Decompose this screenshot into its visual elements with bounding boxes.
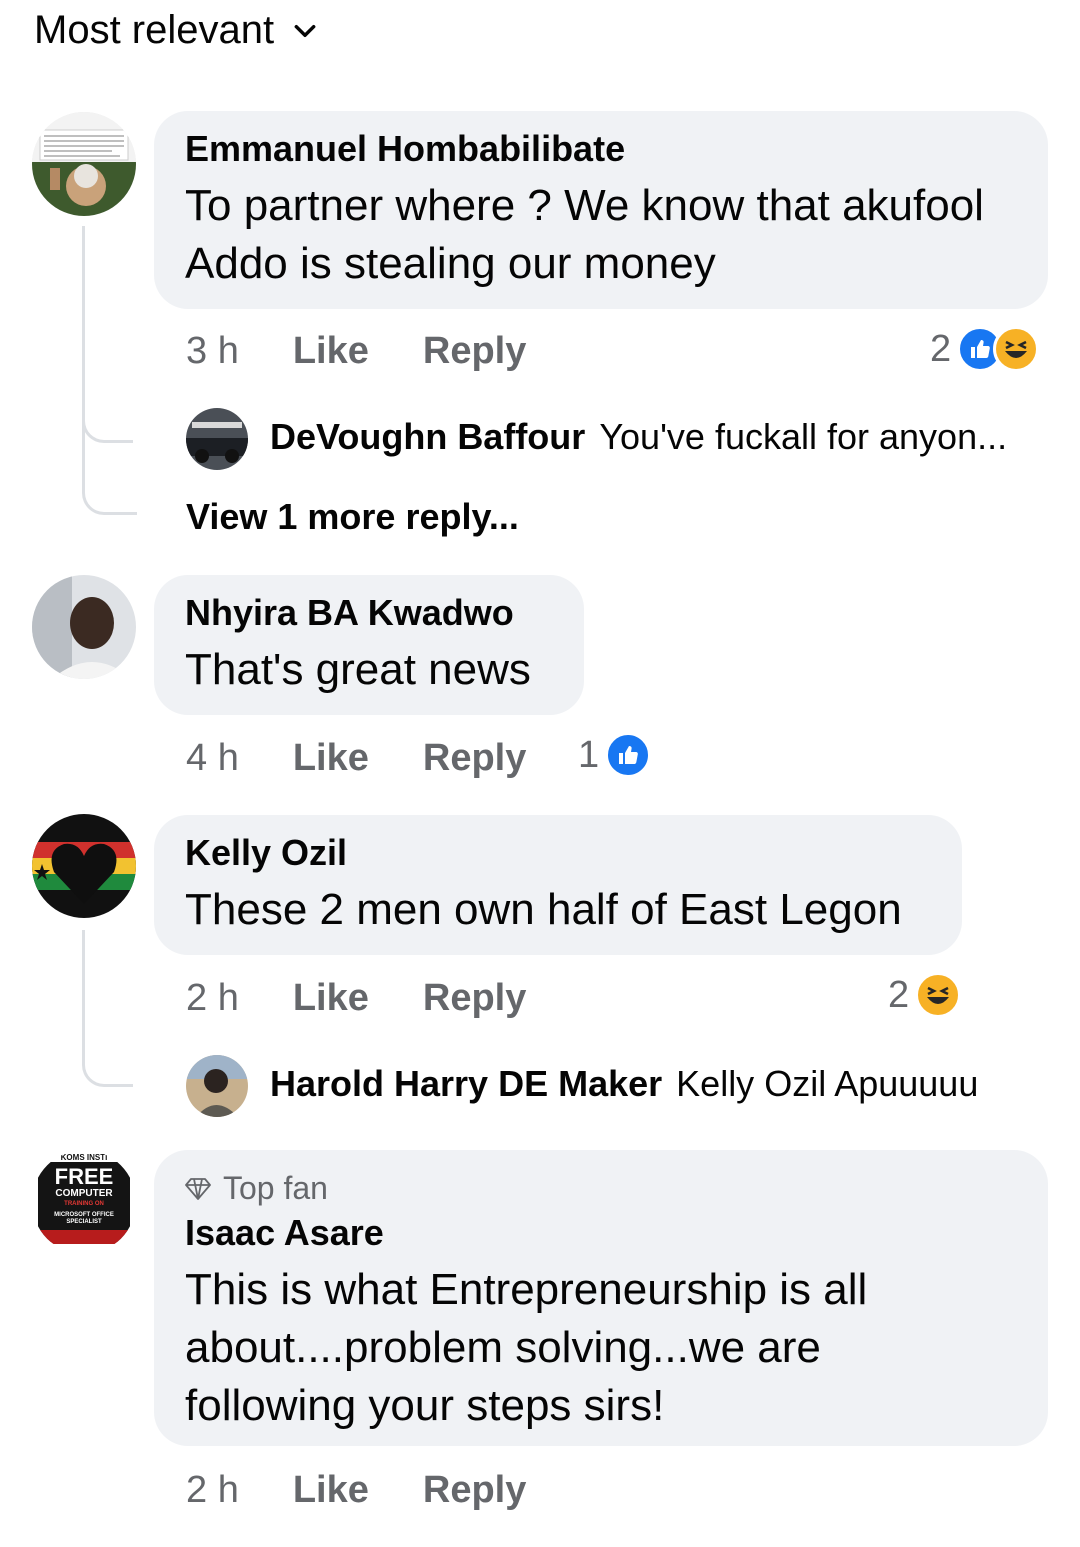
diamond-icon [185,1177,211,1200]
haha-reaction-icon [993,326,1040,372]
avatar-image [32,112,136,216]
avatar[interactable] [186,1055,248,1117]
comment-text-line: following your steps sirs! [185,1381,665,1430]
comment-author[interactable]: Emmanuel Hombabilibate [185,129,1017,169]
reply-button[interactable]: Reply [423,1469,526,1512]
reaction-count: 2 [888,973,910,1016]
reply-text: Kelly Ozil Apuuuuu [676,1063,979,1104]
like-button[interactable]: Like [293,737,369,780]
avatar[interactable] [32,112,136,216]
reaction-summary[interactable]: 1 [578,732,652,778]
reply-button[interactable]: Reply [423,737,526,780]
avatar[interactable] [32,575,136,679]
comment-bubble[interactable]: Nhyira BA Kwadwo That's great news [154,575,584,715]
haha-reaction-icon [915,972,962,1018]
avatar-logo-sub2: MICROSOFT OFFICE [54,1212,114,1218]
avatar[interactable] [186,408,248,470]
comment-text-line: Addo is stealing our money [185,239,716,288]
comment-time[interactable]: 3 h [186,330,239,373]
comment-time[interactable]: 2 h [186,977,239,1020]
comment-time[interactable]: 2 h [186,1469,239,1512]
reply-button[interactable]: Reply [423,330,526,373]
comment-text: These 2 men own half of East Legon [185,885,902,934]
avatar-image [32,814,136,918]
comment-time[interactable]: 4 h [186,737,239,780]
reaction-summary[interactable]: 2 [888,972,962,1018]
avatar[interactable]: KOMS INSTI FREE COMPUTER TRAINING ON MIC… [32,1150,136,1254]
like-button[interactable]: Like [293,1469,369,1512]
like-button[interactable]: Like [293,330,369,373]
comment-text-line: To partner where ? We know that akufool [185,181,984,230]
comment-bubble[interactable]: Top fan Isaac Asare This is what Entrepr… [154,1150,1048,1446]
avatar-image [32,575,136,679]
reply-preview[interactable]: Harold Harry DE Maker Kelly Ozil Apuuuuu [270,1063,978,1105]
comment-text: That's great news [185,645,531,694]
comment-bubble[interactable]: Kelly Ozil These 2 men own half of East … [154,815,962,955]
top-fan-label: Top fan [223,1170,328,1206]
comment-bubble[interactable]: Emmanuel Hombabilibate To partner where … [154,111,1048,309]
comment-actions: 2 h Like Reply [186,977,526,1020]
reply-text: You've fuckall for anyon... [599,416,1008,457]
avatar-logo-big: FREE [55,1164,114,1189]
comment-author[interactable]: Kelly Ozil [185,833,931,873]
thread-line [82,930,133,1087]
avatar-image: KOMS INSTI FREE COMPUTER TRAINING ON MIC… [32,1150,136,1254]
comment-actions: 3 h Like Reply [186,330,526,373]
avatar-logo-mid: COMPUTER [55,1188,113,1199]
comment-text-line: This is what Entrepreneurship is all [185,1265,868,1314]
avatar-image [186,408,248,470]
like-reaction-icon [605,732,652,778]
top-fan-badge[interactable]: Top fan [185,1170,1017,1207]
comment-text-line: about....problem solving...we are [185,1323,821,1372]
sort-dropdown[interactable]: Most relevant [34,8,318,53]
reaction-count: 1 [578,733,600,776]
thread-line [82,226,137,515]
avatar-logo-top: KOMS INSTI [61,1153,108,1162]
reply-author[interactable]: DeVoughn Baffour [270,416,585,458]
reaction-summary[interactable]: 2 [930,326,1040,372]
comment-actions: 4 h Like Reply [186,737,526,780]
like-button[interactable]: Like [293,977,369,1020]
chevron-down-icon [294,24,316,37]
avatar-logo-sub: TRAINING ON [64,1201,104,1207]
reply-preview[interactable]: DeVoughn Baffour You've fuckall for anyo… [270,416,1007,458]
comment-author[interactable]: Isaac Asare [185,1213,1017,1253]
comment-author[interactable]: Nhyira BA Kwadwo [185,593,553,633]
sort-label: Most relevant [34,8,275,52]
reaction-count: 2 [930,327,952,370]
avatar-logo-sub3: SPECIALIST [66,1219,102,1225]
comment-actions: 2 h Like Reply [186,1469,526,1512]
avatar-image [186,1055,248,1117]
avatar[interactable] [32,814,136,918]
view-more-replies-button[interactable]: View 1 more reply... [186,496,519,538]
reply-author[interactable]: Harold Harry DE Maker [270,1063,662,1105]
reply-button[interactable]: Reply [423,977,526,1020]
